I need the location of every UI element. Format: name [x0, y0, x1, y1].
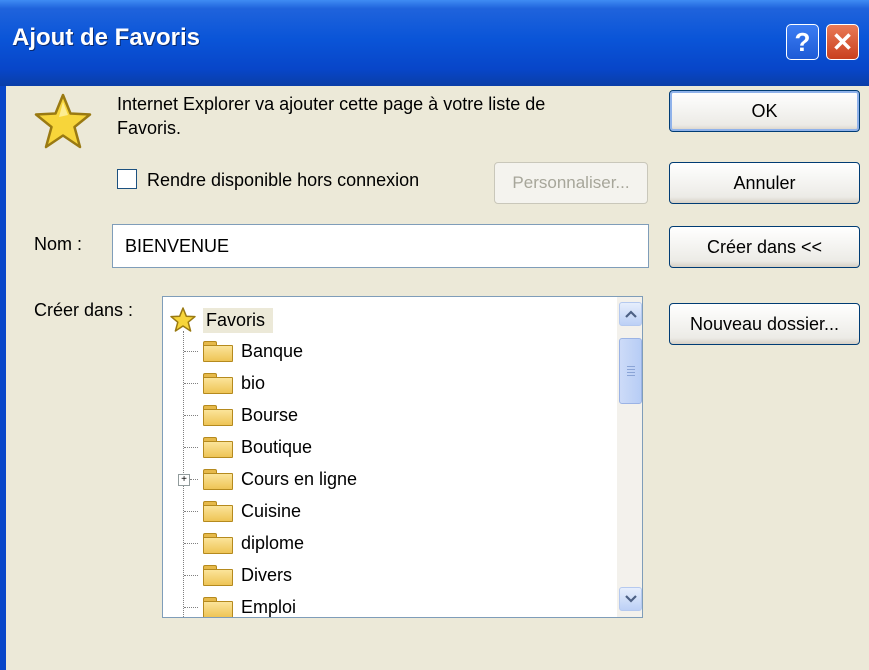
tree-item-bio[interactable]: bio — [203, 367, 265, 399]
name-input-value: BIENVENUE — [125, 235, 230, 256]
tree-item-bourse[interactable]: Bourse — [203, 399, 298, 431]
tree-branch — [184, 511, 198, 512]
create-in-button[interactable]: Créer dans << — [669, 226, 860, 268]
offline-label[interactable]: Rendre disponible hors connexion — [147, 170, 419, 191]
tree-item-label: Bourse — [241, 404, 299, 425]
star-icon — [34, 93, 92, 149]
folder-icon — [203, 469, 233, 490]
window-border — [0, 86, 6, 670]
tree-item-boutique[interactable]: Boutique — [203, 431, 312, 463]
new-folder-button[interactable]: Nouveau dossier... — [669, 303, 860, 345]
tree-item-cours-en-ligne[interactable]: Cours en ligne — [203, 463, 357, 495]
scroll-down-button[interactable] — [619, 587, 642, 611]
folder-icon — [203, 597, 233, 617]
tree-root-favoris[interactable]: Favoris — [169, 304, 274, 336]
tree-item-banque[interactable]: Banque — [203, 335, 303, 367]
tree-branch — [184, 607, 198, 608]
tree-branch — [184, 575, 198, 576]
help-icon: ? — [794, 26, 811, 57]
tree-item-label: Boutique — [241, 436, 313, 457]
folder-icon — [203, 437, 233, 458]
ok-button[interactable]: OK — [669, 90, 860, 132]
folder-icon — [203, 405, 233, 426]
folder-icon — [203, 501, 233, 522]
tree-branch — [184, 543, 198, 544]
folder-icon — [203, 341, 233, 362]
tree-branch — [184, 383, 198, 384]
cancel-button[interactable]: Annuler — [669, 162, 860, 204]
message-line-2: Favoris. — [117, 118, 182, 138]
tree-item-label: diplome — [241, 532, 305, 553]
tree-item-label: Cuisine — [241, 500, 302, 521]
tree-item-divers[interactable]: Divers — [203, 559, 292, 591]
folder-icon — [203, 373, 233, 394]
folder-icon — [203, 533, 233, 554]
scroll-up-button[interactable] — [619, 302, 642, 326]
expand-icon[interactable]: + — [178, 474, 190, 486]
message-line-1: Internet Explorer va ajouter cette page … — [117, 94, 546, 114]
close-button[interactable]: ✕ — [826, 24, 859, 60]
chevron-down-icon — [624, 595, 637, 603]
tree-root-label: Favoris — [203, 307, 274, 333]
tree-item-label: bio — [241, 372, 266, 393]
tree-item-label: Emploi — [241, 596, 297, 617]
scroll-thumb[interactable] — [619, 338, 642, 404]
star-icon — [170, 307, 196, 332]
name-input[interactable]: BIENVENUE — [112, 224, 649, 268]
tree-item-diplome[interactable]: diplome — [203, 527, 304, 559]
tree-item-label: Cours en ligne — [241, 468, 358, 489]
window-title: Ajout de Favoris — [12, 24, 201, 51]
create-in-label: Créer dans : — [34, 300, 134, 320]
name-label: Nom : — [34, 234, 83, 254]
add-favorite-dialog: Ajout de Favoris ? ✕ Internet Explorer v… — [0, 0, 869, 670]
customize-button[interactable]: Personnaliser... — [494, 162, 648, 204]
tree-item-label: Banque — [241, 340, 304, 361]
close-icon: ✕ — [831, 26, 854, 57]
help-button[interactable]: ? — [786, 24, 819, 60]
folder-tree[interactable]: Favoris Banque bio Bourse Boutique + Cou… — [162, 296, 643, 618]
tree-item-cuisine[interactable]: Cuisine — [203, 495, 301, 527]
folder-icon — [203, 565, 233, 586]
tree-branch — [184, 447, 198, 448]
title-bar[interactable]: Ajout de Favoris ? ✕ — [0, 0, 869, 86]
chevron-up-icon — [624, 310, 637, 318]
tree-item-emploi[interactable]: Emploi — [203, 591, 297, 617]
tree-branch — [190, 479, 198, 480]
offline-checkbox[interactable] — [117, 169, 137, 189]
tree-item-label: Divers — [241, 564, 293, 585]
tree-branch — [184, 351, 198, 352]
tree-branch — [184, 415, 198, 416]
